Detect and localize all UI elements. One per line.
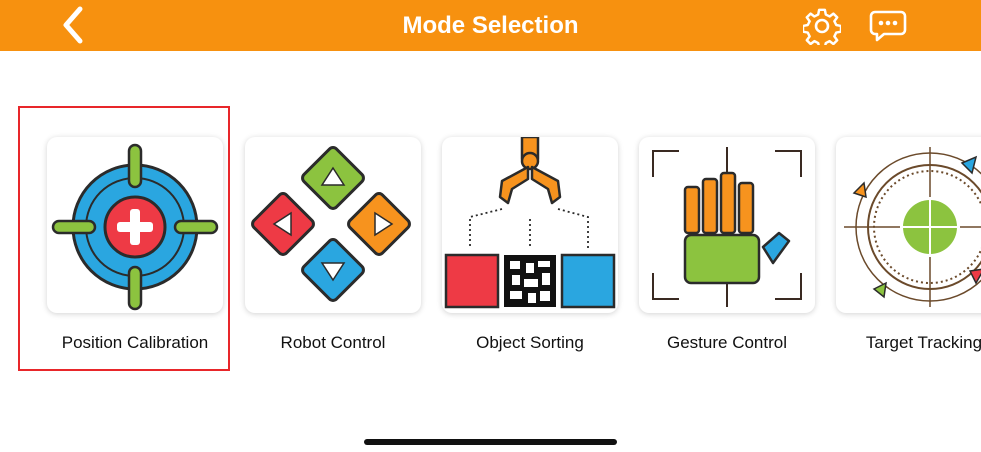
mode-label-robot-control: Robot Control: [280, 333, 386, 352]
mode-card-object-sorting[interactable]: [442, 137, 618, 313]
mode-label-target-tracking: Target Tracking: [865, 333, 981, 352]
chat-bubble-icon: [869, 10, 907, 42]
chevron-left-icon: [63, 6, 83, 44]
mode-card-position-calibration[interactable]: [47, 137, 223, 313]
mode-card-gesture-control[interactable]: [639, 137, 815, 313]
crosshair-target-icon: [51, 143, 219, 311]
mode-label-gesture-control: Gesture Control: [667, 333, 787, 352]
mode-label-position-calibration: Position Calibration: [61, 333, 209, 352]
mode-card-robot-control[interactable]: [245, 137, 421, 313]
chat-button[interactable]: [868, 6, 908, 46]
direction-pad-icon: [251, 146, 411, 302]
mode-card-target-tracking[interactable]: [836, 137, 981, 313]
tracking-reticle-icon: [844, 147, 981, 307]
gripper-sorting-icon: [444, 137, 616, 309]
settings-button[interactable]: [802, 6, 842, 46]
home-indicator[interactable]: [364, 439, 617, 445]
hand-gesture-icon: [652, 147, 802, 307]
gear-icon: [803, 8, 841, 45]
mode-label-object-sorting: Object Sorting: [476, 333, 584, 352]
back-button[interactable]: [52, 4, 94, 46]
top-bar: Mode Selection: [0, 0, 981, 51]
